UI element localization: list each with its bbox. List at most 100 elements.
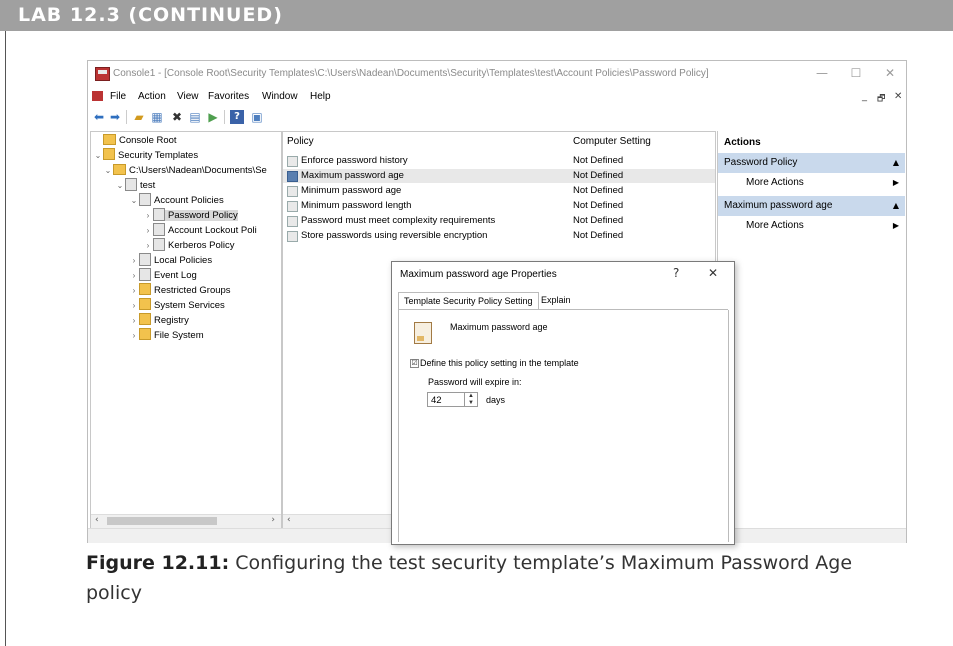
spin-up-icon[interactable]: ▲ [465, 393, 477, 400]
policy-row[interactable]: Enforce password history Not Defined [283, 154, 715, 168]
expire-days-input[interactable]: 42 [427, 392, 465, 407]
expand-chevron-icon[interactable]: › [129, 254, 139, 268]
actions-section-password-policy[interactable]: Password Policy ▲ [718, 153, 905, 173]
mdi-restore-button[interactable]: 🗗 [877, 91, 885, 107]
policy-node-icon [139, 268, 151, 281]
policy-name: Maximum password age [301, 170, 404, 181]
tree-item-console-root[interactable]: Console Root [93, 133, 177, 148]
days-unit-label: days [486, 395, 506, 405]
expand-chevron-icon[interactable]: ⌄ [93, 149, 103, 163]
lab-banner: LAB 12.3 (CONTINUED) [0, 0, 953, 31]
show-tree-icon[interactable]: ▦ [150, 110, 164, 124]
expand-chevron-icon[interactable]: › [129, 269, 139, 283]
back-arrow-icon[interactable]: ⬅ [92, 110, 106, 124]
define-policy-checkbox[interactable]: ☑ [410, 359, 419, 368]
expand-chevron-icon[interactable]: › [129, 284, 139, 298]
expand-chevron-icon[interactable]: ⌄ [103, 164, 113, 178]
tree-item-system-services[interactable]: › System Services [129, 298, 225, 313]
menu-favorites[interactable]: Favorites [208, 91, 249, 102]
expand-chevron-icon[interactable]: ⌄ [129, 194, 139, 208]
folder-lock-icon [139, 313, 151, 326]
column-header-computer-setting[interactable]: Computer Setting [573, 136, 651, 147]
close-button[interactable]: ✕ [878, 66, 902, 82]
define-policy-label[interactable]: Define this policy setting in the templa… [420, 358, 579, 368]
tree-item-test[interactable]: ⌄ test [115, 178, 155, 193]
expand-chevron-icon[interactable]: › [143, 239, 153, 253]
expire-label: Password will expire in: [428, 377, 522, 387]
expand-chevron-icon[interactable]: › [129, 329, 139, 343]
more-actions-item[interactable]: More Actions ▶ [718, 217, 905, 235]
policy-row[interactable]: Password must meet complexity requiremen… [283, 214, 715, 228]
tree-item-account-policies[interactable]: ⌄ Account Policies [129, 193, 224, 208]
menu-window[interactable]: Window [262, 91, 298, 102]
actions-section-max-password-age[interactable]: Maximum password age ▲ [718, 196, 905, 216]
help-button[interactable]: ? [673, 266, 679, 280]
mdi-minimize-button[interactable]: _ [862, 91, 867, 102]
menu-help[interactable]: Help [310, 91, 331, 102]
submenu-arrow-icon: ▶ [892, 178, 899, 187]
policy-row[interactable]: Minimum password age Not Defined [283, 184, 715, 198]
maximize-button[interactable]: ☐ [844, 66, 868, 82]
tree-item-kerberos-policy[interactable]: › Kerberos Policy [143, 238, 235, 253]
expand-chevron-icon[interactable]: › [143, 209, 153, 223]
tree-item-template-path[interactable]: ⌄ C:\Users\Nadean\Documents\Se [103, 163, 267, 178]
tab-template-security-policy-setting[interactable]: Template Security Policy Setting [398, 292, 539, 310]
section-label: Maximum password age [724, 200, 833, 211]
column-header-policy[interactable]: Policy [287, 136, 314, 147]
tree-horizontal-scrollbar[interactable]: ‹ › [91, 514, 281, 528]
expand-chevron-icon[interactable]: › [129, 299, 139, 313]
properties-icon[interactable]: ▤ [188, 110, 202, 124]
policy-row-selected[interactable]: Maximum password age Not Defined [283, 169, 715, 183]
tree-item-event-log[interactable]: › Event Log [129, 268, 197, 283]
tree-item-label: Account Lockout Poli [168, 225, 257, 237]
tree-item-restricted-groups[interactable]: › Restricted Groups [129, 283, 231, 298]
toolbar: ⬅ ➡ ▰ ▦ ✖ ▤ ▶ ? ▣ [88, 107, 906, 127]
menu-view[interactable]: View [177, 91, 199, 102]
policy-name: Maximum password age [450, 322, 548, 332]
console-icon[interactable]: ▣ [250, 110, 264, 124]
scroll-left-button[interactable]: ‹ [287, 515, 291, 525]
actions-pane: Actions Password Policy ▲ More Actions ▶… [717, 131, 905, 527]
collapse-arrow-icon[interactable]: ▲ [893, 153, 899, 173]
console-menu-icon[interactable] [92, 91, 103, 101]
tree-item-label: Registry [154, 315, 189, 326]
tree-item-file-system[interactable]: › File System [129, 328, 204, 343]
help-icon[interactable]: ? [230, 110, 244, 124]
expire-days-spinner[interactable]: ▲ ▼ [465, 392, 478, 407]
page-rule [5, 31, 6, 646]
delete-icon[interactable]: ✖ [170, 110, 184, 124]
tree-item-label: Restricted Groups [154, 285, 231, 296]
tree-item-local-policies[interactable]: › Local Policies [129, 253, 212, 268]
spin-down-icon[interactable]: ▼ [465, 400, 477, 407]
menu-file[interactable]: File [110, 91, 126, 102]
scroll-left-button[interactable]: ‹ [95, 515, 99, 525]
tree-item-label: Security Templates [118, 150, 199, 161]
scroll-right-button[interactable]: › [271, 515, 275, 525]
expand-chevron-icon[interactable]: › [143, 224, 153, 238]
tree-item-label: Console Root [119, 135, 177, 146]
collapse-arrow-icon[interactable]: ▲ [893, 196, 899, 216]
folder-icon [103, 133, 116, 145]
minimize-button[interactable]: — [810, 66, 834, 82]
tree-item-security-templates[interactable]: ⌄ Security Templates [93, 148, 199, 163]
expand-chevron-icon[interactable]: › [129, 314, 139, 328]
dialog-close-button[interactable]: ✕ [708, 266, 718, 280]
policy-row[interactable]: Minimum password length Not Defined [283, 199, 715, 213]
menu-action[interactable]: Action [138, 91, 166, 102]
export-icon[interactable]: ▶ [206, 110, 220, 124]
more-actions-item[interactable]: More Actions ▶ [718, 174, 905, 192]
scroll-thumb[interactable] [107, 517, 217, 525]
policy-row[interactable]: Store passwords using reversible encrypt… [283, 229, 715, 243]
tree-item-account-lockout[interactable]: › Account Lockout Poli [143, 223, 257, 238]
tree-item-registry[interactable]: › Registry [129, 313, 189, 328]
forward-arrow-icon[interactable]: ➡ [108, 110, 122, 124]
up-folder-icon[interactable]: ▰ [132, 110, 146, 124]
policy-node-icon [153, 223, 165, 236]
tree-item-label: File System [154, 330, 204, 341]
mdi-close-button[interactable]: ✕ [894, 91, 902, 102]
tab-explain[interactable]: Explain [536, 292, 576, 309]
policy-name: Password must meet complexity requiremen… [301, 215, 496, 226]
tree-item-password-policy[interactable]: › Password Policy [143, 208, 238, 223]
folder-icon [113, 163, 126, 175]
expand-chevron-icon[interactable]: ⌄ [115, 179, 125, 193]
